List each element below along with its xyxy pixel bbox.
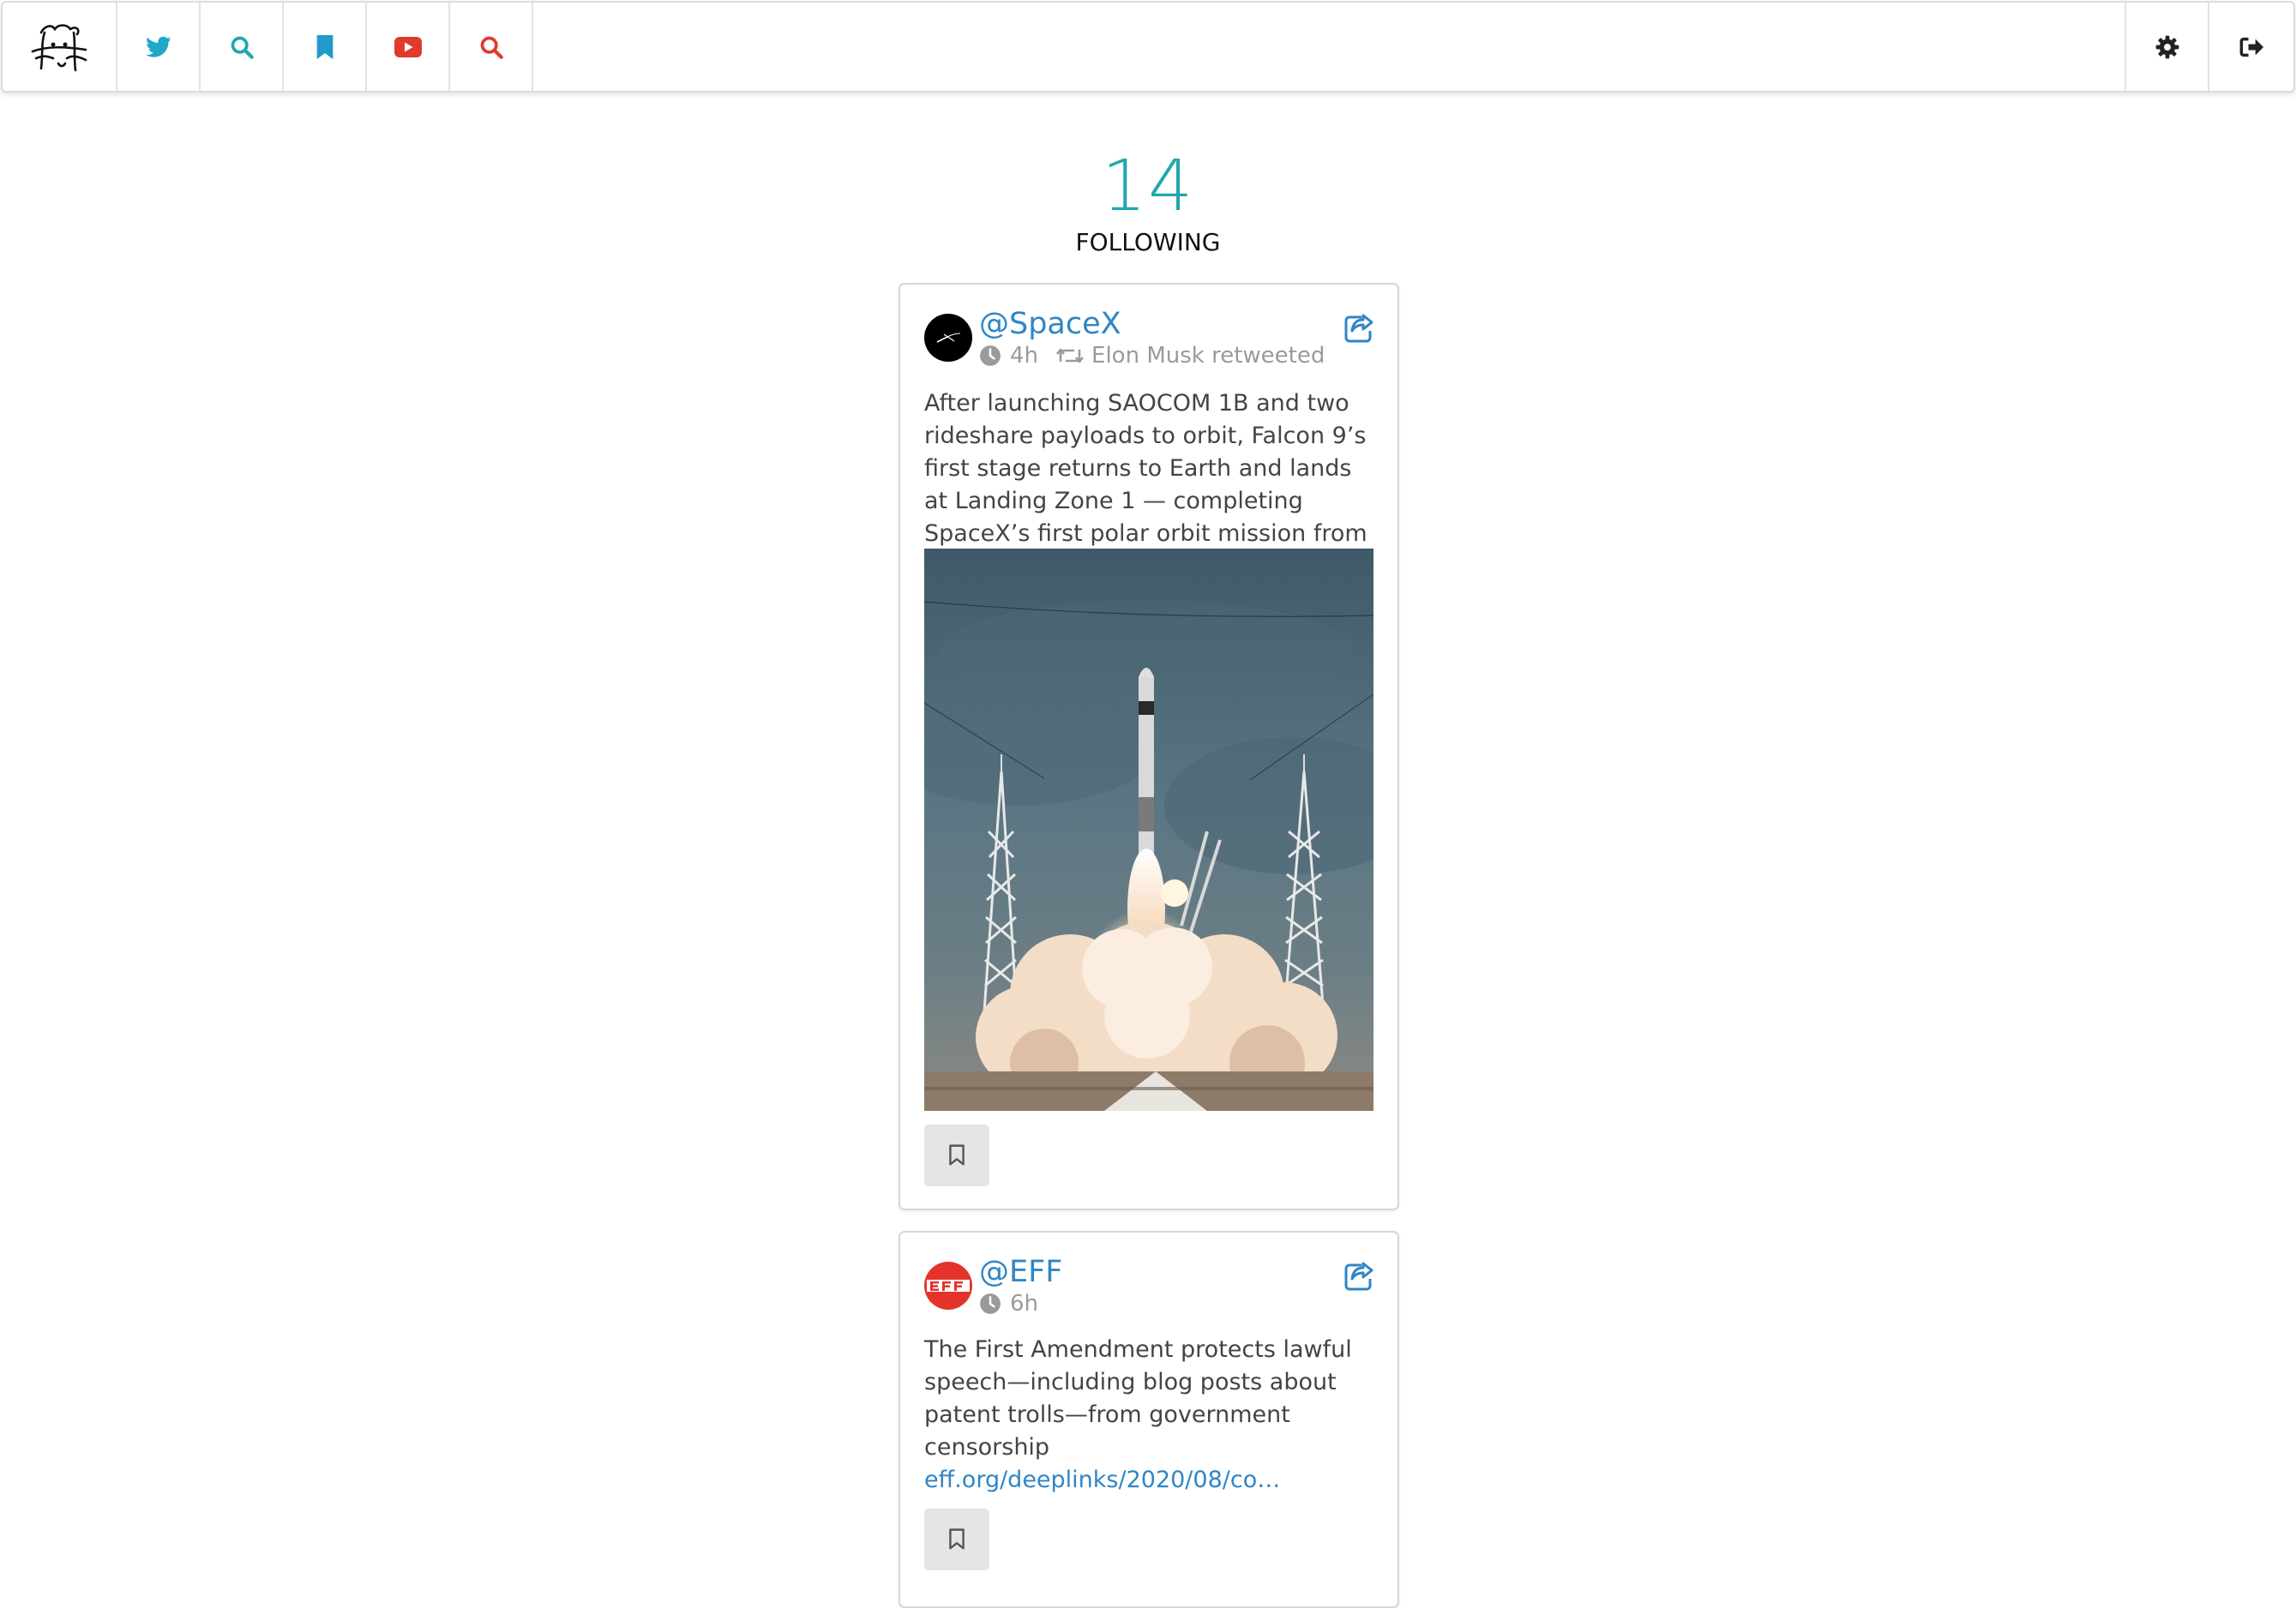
following-count: 14 [1101, 146, 1195, 227]
clock-icon [980, 345, 1001, 366]
retweet-icon [1056, 348, 1085, 363]
tweet-text: The First Amendment protects lawful spee… [924, 1336, 1352, 1461]
tweet-card: @SpaceX 4h Elon Musk retweeted After lau… [899, 283, 1399, 1210]
tweet-time: 6h [1010, 1291, 1039, 1317]
bookmark-button[interactable] [924, 1509, 989, 1570]
avatar[interactable] [924, 1262, 972, 1310]
spacex-logo-icon [936, 333, 961, 343]
share-icon [1344, 314, 1373, 343]
search-icon [480, 36, 503, 59]
tweet-meta: 6h [979, 1289, 1038, 1318]
following-label: FOLLOWING [1075, 228, 1221, 256]
nav-twitter-button[interactable] [117, 3, 201, 91]
eff-logo-icon [927, 1280, 970, 1292]
retweeted-by[interactable]: Elon Musk retweeted [1091, 341, 1325, 370]
nav-youtube-search-button[interactable] [450, 3, 533, 91]
nav-search-button[interactable] [201, 3, 284, 91]
tweet-meta: 4h Elon Musk retweeted [979, 341, 1325, 370]
twitter-icon [145, 36, 171, 57]
tweet-media-photo[interactable] [924, 549, 1373, 1111]
share-button[interactable] [1343, 314, 1373, 343]
youtube-icon [394, 36, 422, 57]
tweet-card: @EFF 6h The First Amendment protects law… [899, 1231, 1399, 1608]
nav-bookmarks-button[interactable] [284, 3, 367, 91]
nav-youtube-button[interactable] [367, 3, 450, 91]
sign-out-icon [2239, 37, 2263, 57]
rocket-launch-photo [924, 549, 1373, 1111]
tweet-time: 4h [1010, 343, 1039, 369]
settings-button[interactable] [2126, 3, 2209, 91]
logout-button[interactable] [2209, 3, 2293, 91]
top-navbar [1, 1, 2295, 93]
bookmark-button[interactable] [924, 1125, 989, 1186]
share-icon [1344, 1262, 1373, 1291]
share-button[interactable] [1343, 1262, 1373, 1291]
tweet-header: @SpaceX 4h Elon Musk retweeted [924, 307, 1373, 384]
following-summary: 14 FOLLOWING [0, 146, 2296, 257]
app-logo[interactable] [3, 3, 117, 91]
cat-doodle-logo-icon [31, 23, 87, 71]
gear-icon [2155, 35, 2179, 58]
search-icon [231, 36, 254, 59]
bookmark-outline-icon [949, 1528, 965, 1550]
bookmark-outline-icon [949, 1144, 965, 1166]
navbar-spacer [533, 3, 2126, 91]
avatar[interactable] [924, 314, 972, 362]
clock-icon [980, 1293, 1001, 1314]
tweet-handle[interactable]: @EFF [979, 1253, 1062, 1291]
tweet-link[interactable]: eff.org/deeplinks/2020/08/co… [924, 1464, 1373, 1497]
tweet-body: The First Amendment protects lawful spee… [924, 1334, 1373, 1497]
tweet-handle[interactable]: @SpaceX [979, 305, 1121, 343]
tweet-header: @EFF 6h [924, 1255, 1373, 1332]
bookmark-icon [316, 34, 333, 59]
